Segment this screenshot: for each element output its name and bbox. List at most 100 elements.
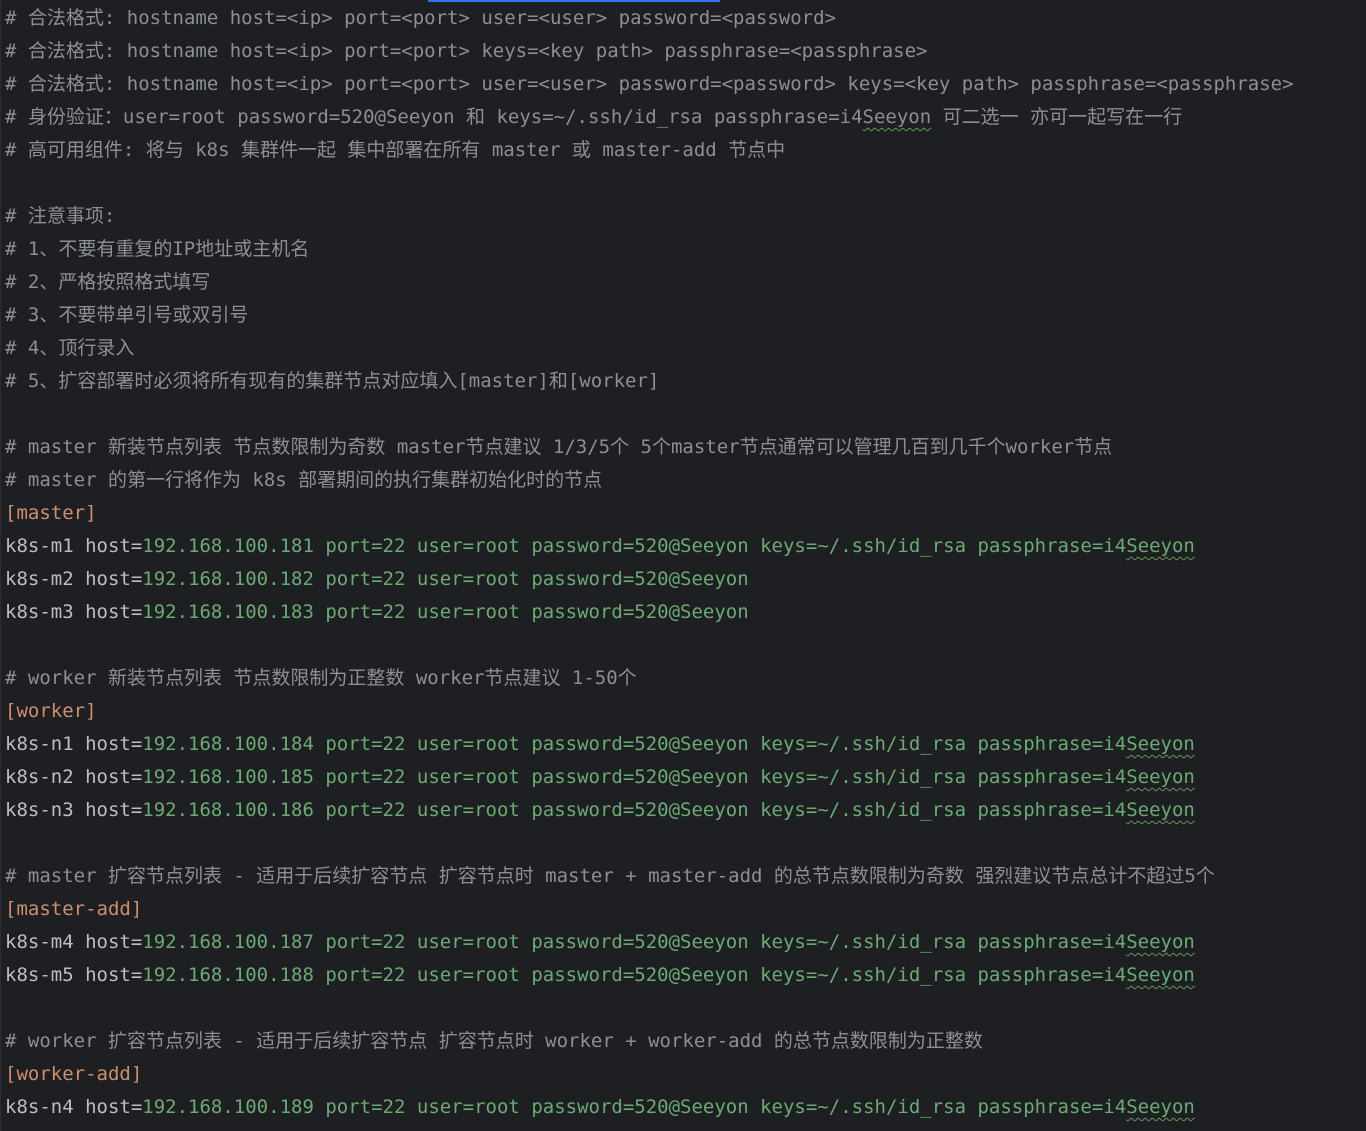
passphrase-key: passphrase=	[977, 964, 1104, 986]
host-ip-value: 192.168.100.181	[142, 535, 314, 557]
comment-line[interactable]: # 2、严格按照格式填写	[5, 266, 1365, 299]
keys-value: ~/.ssh/id_rsa	[817, 799, 967, 821]
host-entry-line[interactable]: k8s-n2 host=192.168.100.185 port=22 user…	[5, 761, 1365, 794]
password-key: password=	[531, 931, 635, 953]
port-key: port=	[325, 733, 383, 755]
user-value: root	[474, 733, 520, 755]
host-key: host=	[85, 535, 143, 557]
passphrase-key: passphrase=	[977, 766, 1104, 788]
keys-value: ~/.ssh/id_rsa	[817, 964, 967, 986]
port-value: 22	[382, 1096, 406, 1118]
user-value: root	[474, 799, 520, 821]
host-entry-line[interactable]: k8s-n1 host=192.168.100.184 port=22 user…	[5, 728, 1365, 761]
comment-line[interactable]: # 注意事项:	[5, 200, 1365, 233]
password-value: 520@Seeyon	[634, 964, 749, 986]
host-ip-value: 192.168.100.185	[142, 766, 314, 788]
host-key: host=	[85, 733, 143, 755]
comment-line[interactable]: # master 的第一行将作为 k8s 部署期间的执行集群初始化时的节点	[5, 464, 1365, 497]
passphrase-value-prefix: i4	[1103, 535, 1127, 557]
hostname: k8s-m1	[5, 535, 74, 557]
passphrase-value-prefix: i4	[1103, 799, 1127, 821]
host-entry-line[interactable]: k8s-m3 host=192.168.100.183 port=22 user…	[5, 596, 1365, 629]
user-value: root	[474, 964, 520, 986]
host-entry-line[interactable]: k8s-n4 host=192.168.100.189 port=22 user…	[5, 1091, 1365, 1124]
host-entry-line[interactable]: k8s-m1 host=192.168.100.181 port=22 user…	[5, 530, 1365, 563]
password-key: password=	[531, 601, 635, 623]
hostname: k8s-n3	[5, 799, 74, 821]
user-key: user=	[416, 964, 475, 986]
comment-line[interactable]: # 5、扩容部署时必须将所有现有的集群节点对应填入[master]和[worke…	[5, 365, 1365, 398]
node-group-worker: k8s-n1 host=192.168.100.184 port=22 user…	[5, 728, 1365, 827]
section-header-master-add[interactable]: [master-add]	[5, 893, 1365, 926]
keys-value: ~/.ssh/id_rsa	[817, 1096, 967, 1118]
comment-line-auth[interactable]: # 身份验证：user=root password=520@Seeyon 和 k…	[5, 101, 1365, 134]
port-value: 22	[382, 535, 406, 557]
hostname: k8s-n2	[5, 766, 74, 788]
comment-text: # 身份验证：user=root password=520@Seeyon 和 k…	[5, 106, 863, 128]
password-key: password=	[531, 1096, 635, 1118]
passphrase-value-prefix: i4	[1103, 733, 1127, 755]
passphrase-key: passphrase=	[977, 799, 1104, 821]
node-group-worker-add: k8s-n4 host=192.168.100.189 port=22 user…	[5, 1091, 1365, 1124]
empty-line[interactable]	[5, 398, 1365, 431]
password-key: password=	[531, 799, 635, 821]
user-value: root	[474, 601, 520, 623]
passphrase-key: passphrase=	[977, 931, 1104, 953]
section-header-worker-add[interactable]: [worker-add]	[5, 1058, 1365, 1091]
passphrase-value-word: Seeyon	[1126, 964, 1195, 986]
comment-line[interactable]: # 高可用组件: 将与 k8s 集群件一起 集中部署在所有 master 或 m…	[5, 134, 1365, 167]
port-key: port=	[325, 931, 383, 953]
host-entry-line[interactable]: k8s-n3 host=192.168.100.186 port=22 user…	[5, 794, 1365, 827]
comment-line[interactable]: # worker 扩容节点列表 - 适用于后续扩容节点 扩容节点时 worker…	[5, 1025, 1365, 1058]
comment-line[interactable]: # 合法格式: hostname host=<ip> port=<port> k…	[5, 35, 1365, 68]
port-value: 22	[382, 931, 406, 953]
host-ip-value: 192.168.100.187	[142, 931, 314, 953]
comment-line[interactable]: # 合法格式: hostname host=<ip> port=<port> u…	[5, 68, 1365, 101]
comment-line[interactable]: # 1、不要有重复的IP地址或主机名	[5, 233, 1365, 266]
host-key: host=	[85, 799, 143, 821]
comment-text: 可二选一 亦可一起写在一行	[931, 106, 1183, 128]
password-key: password=	[531, 535, 635, 557]
host-ip-value: 192.168.100.186	[142, 799, 314, 821]
comment-line[interactable]: # master 扩容节点列表 - 适用于后续扩容节点 扩容节点时 master…	[5, 860, 1365, 893]
empty-line[interactable]	[5, 992, 1365, 1025]
passphrase-value-prefix: i4	[1103, 1096, 1127, 1118]
comment-line[interactable]: # 合法格式: hostname host=<ip> port=<port> u…	[5, 2, 1365, 35]
password-key: password=	[531, 733, 635, 755]
comment-line[interactable]: # 4、顶行录入	[5, 332, 1365, 365]
password-key: password=	[531, 568, 635, 590]
comment-line[interactable]: # 3、不要带单引号或双引号	[5, 299, 1365, 332]
host-entry-line[interactable]: k8s-m5 host=192.168.100.188 port=22 user…	[5, 959, 1365, 992]
user-value: root	[474, 931, 520, 953]
hostname: k8s-m4	[5, 931, 74, 953]
empty-line[interactable]	[5, 827, 1365, 860]
keys-key: keys=	[760, 766, 818, 788]
port-key: port=	[325, 601, 383, 623]
password-value: 520@Seeyon	[634, 799, 749, 821]
user-key: user=	[416, 535, 475, 557]
port-value: 22	[382, 766, 406, 788]
keys-key: keys=	[760, 964, 818, 986]
host-key: host=	[85, 1096, 143, 1118]
host-entry-line[interactable]: k8s-m4 host=192.168.100.187 port=22 user…	[5, 926, 1365, 959]
user-value: root	[474, 1096, 520, 1118]
user-value: root	[474, 766, 520, 788]
section-header-worker[interactable]: [worker]	[5, 695, 1365, 728]
code-editor[interactable]: # 合法格式: hostname host=<ip> port=<port> u…	[0, 0, 1366, 1131]
port-value: 22	[382, 964, 406, 986]
passphrase-value-word: Seeyon	[1126, 535, 1195, 557]
empty-line[interactable]	[5, 167, 1365, 200]
section-header-master[interactable]: [master]	[5, 497, 1365, 530]
empty-line[interactable]	[5, 629, 1365, 662]
keys-value: ~/.ssh/id_rsa	[817, 931, 967, 953]
host-entry-line[interactable]: k8s-m2 host=192.168.100.182 port=22 user…	[5, 563, 1365, 596]
comment-line[interactable]: # worker 新装节点列表 节点数限制为正整数 worker节点建议 1-5…	[5, 662, 1365, 695]
password-value: 520@Seeyon	[634, 931, 749, 953]
hostname: k8s-n1	[5, 733, 74, 755]
code-area[interactable]: # 合法格式: hostname host=<ip> port=<port> u…	[5, 2, 1365, 1124]
passphrase-value-prefix: i4	[1103, 766, 1127, 788]
comment-line[interactable]: # master 新装节点列表 节点数限制为奇数 master节点建议 1/3/…	[5, 431, 1365, 464]
user-key: user=	[416, 601, 475, 623]
hostname: k8s-m3	[5, 601, 74, 623]
host-key: host=	[85, 964, 143, 986]
